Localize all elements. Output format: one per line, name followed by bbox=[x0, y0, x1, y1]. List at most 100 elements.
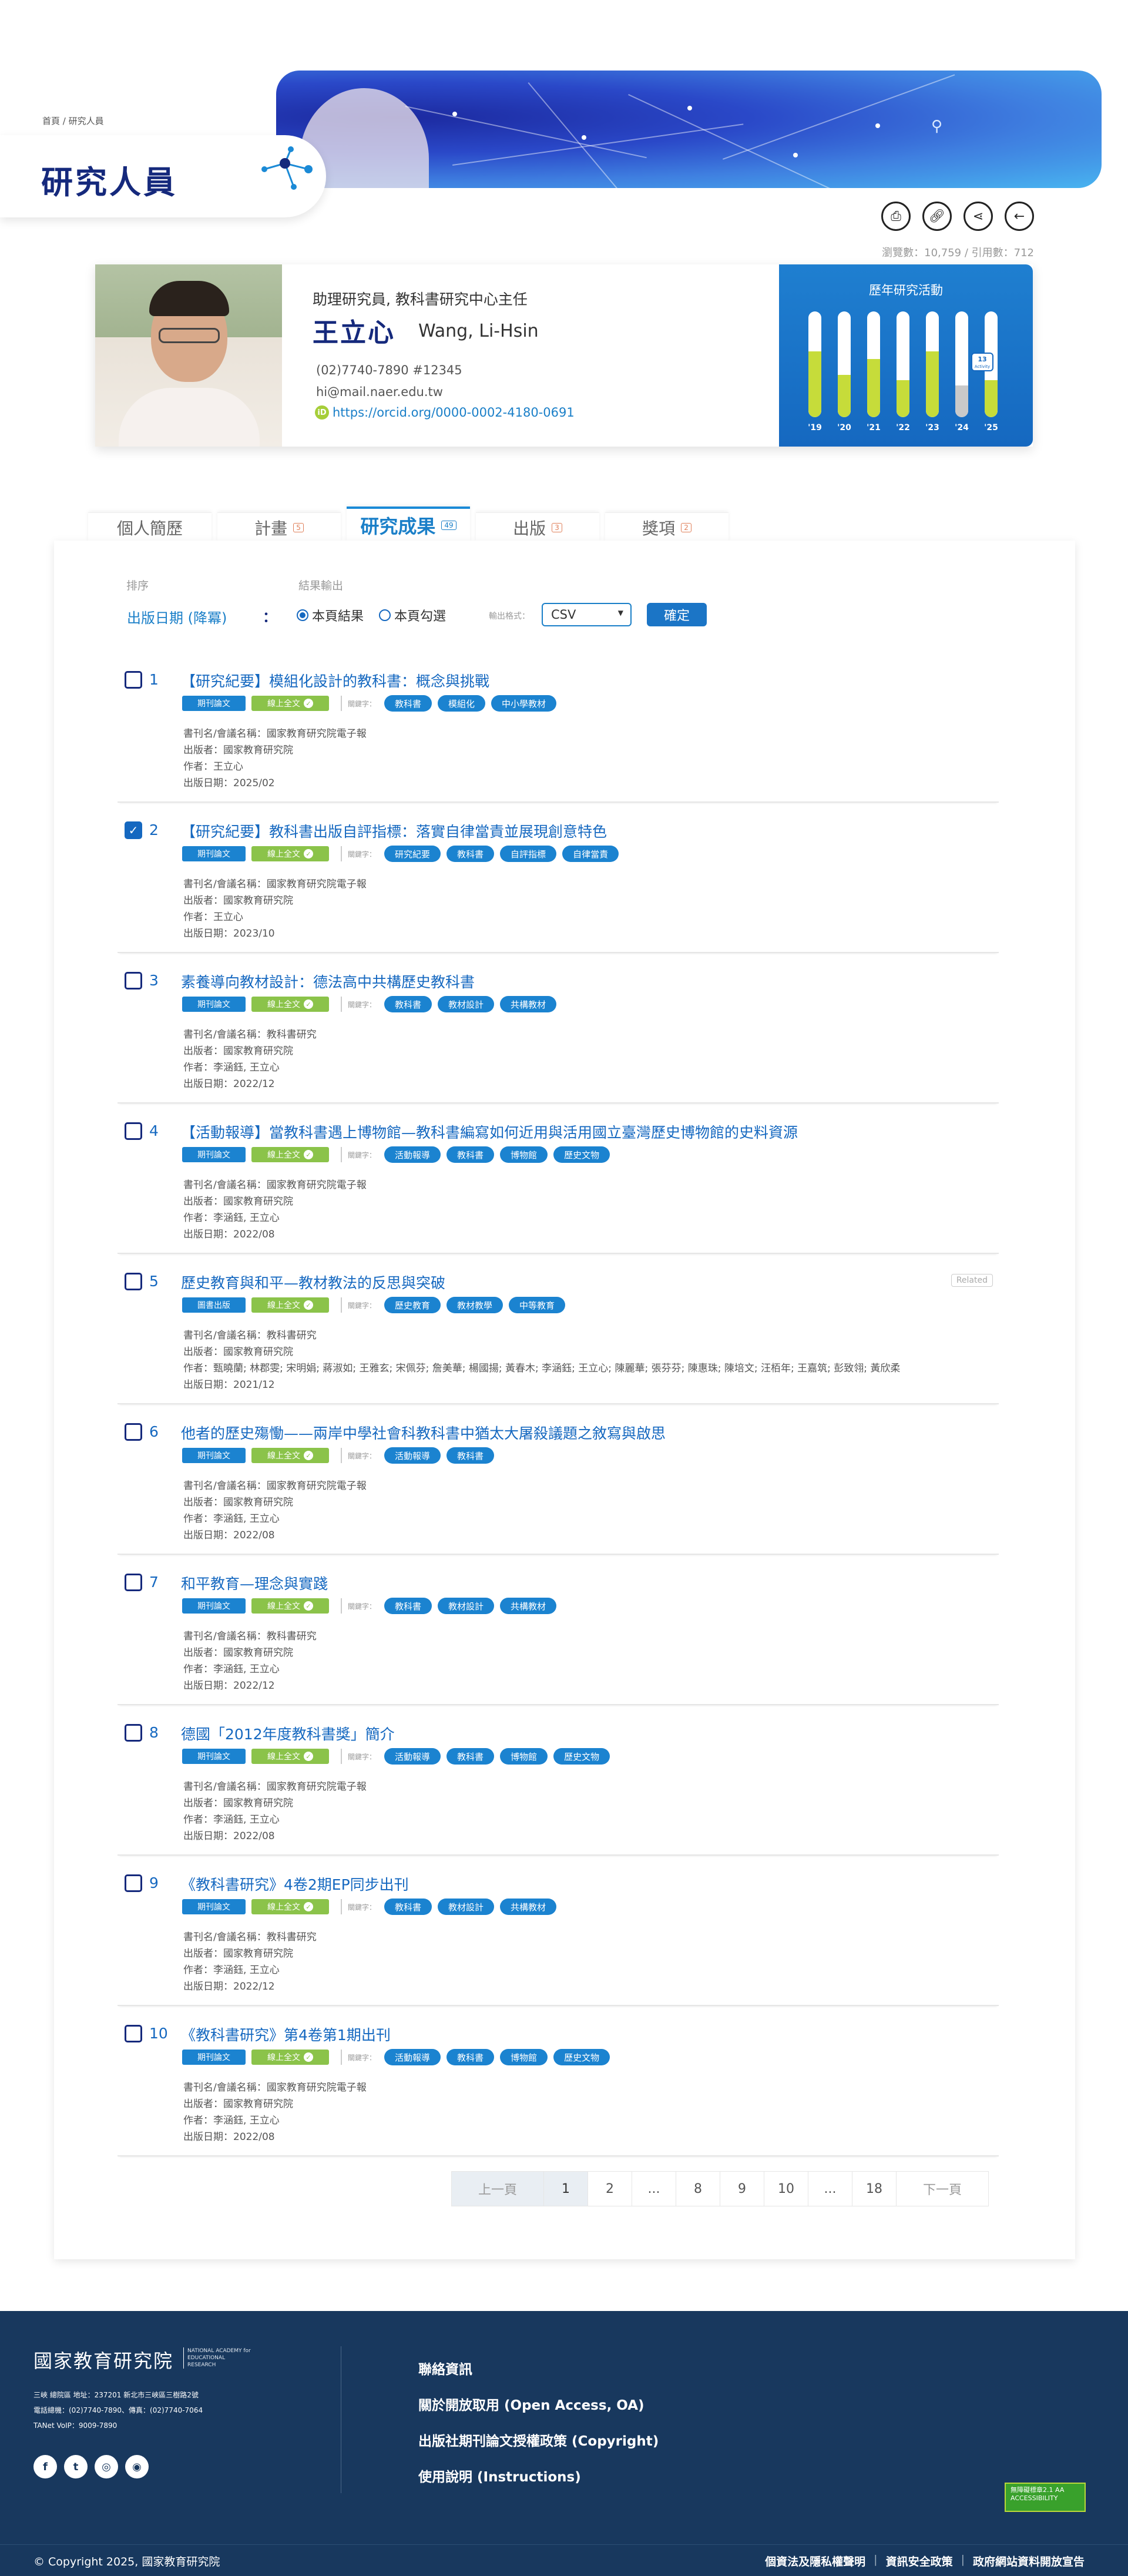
keyword-chip[interactable]: 中等教育 bbox=[509, 1297, 566, 1313]
fulltext-button[interactable]: 線上全文 ✓ bbox=[251, 1749, 329, 1764]
keyword-chip[interactable]: 模組化 bbox=[438, 695, 486, 712]
facebook-icon[interactable]: f bbox=[33, 2455, 57, 2478]
pagination-prev[interactable]: 上一頁 bbox=[451, 2171, 544, 2206]
activity-bar[interactable] bbox=[838, 311, 851, 417]
policy-link[interactable]: 個資法及隱私權聲明 bbox=[765, 2553, 865, 2569]
fulltext-button[interactable]: 線上全文 ✓ bbox=[251, 997, 329, 1012]
keyword-chip[interactable]: 教材教學 bbox=[446, 1297, 503, 1313]
email-address[interactable]: hi@mail.naer.edu.tw bbox=[316, 385, 443, 399]
tab-4[interactable]: 獎項 2 bbox=[605, 512, 728, 542]
footer-link[interactable]: 關於開放取用 (Open Access, OA) bbox=[418, 2388, 659, 2424]
keyword-chip[interactable]: 教材設計 bbox=[438, 996, 495, 1012]
tab-3[interactable]: 出版 3 bbox=[476, 512, 599, 542]
keyword-chip[interactable]: 歷史文物 bbox=[553, 1146, 610, 1163]
result-title-link[interactable]: 他者的歷史殤慟——兩岸中學社會科教科書中猶太大屠殺議題之敘寫與啟思 bbox=[181, 1422, 666, 1443]
result-checkbox[interactable] bbox=[125, 1423, 142, 1441]
share-icon[interactable]: ⋖ bbox=[964, 202, 993, 231]
keyword-chip[interactable]: 歷史文物 bbox=[553, 2049, 610, 2065]
breadcrumb[interactable]: 首頁 / 研究人員 bbox=[42, 115, 104, 127]
result-checkbox[interactable] bbox=[125, 1122, 142, 1140]
pagination-page[interactable]: 8 bbox=[676, 2171, 720, 2206]
link-icon[interactable]: 🔗︎ bbox=[922, 202, 952, 231]
fulltext-button[interactable]: 線上全文 ✓ bbox=[251, 1899, 329, 1914]
keyword-chip[interactable]: 博物館 bbox=[500, 1146, 548, 1163]
footer-link[interactable]: 聯絡資訊 bbox=[418, 2352, 659, 2388]
activity-bar[interactable] bbox=[867, 311, 880, 417]
orcid-link[interactable]: iD https://orcid.org/0000-0002-4180-0691 bbox=[315, 405, 575, 420]
keyword-chip[interactable]: 教科書 bbox=[446, 1748, 495, 1765]
policy-link[interactable]: 政府網站資料開放宣告 bbox=[973, 2553, 1085, 2569]
keyword-chip[interactable]: 自律當責 bbox=[562, 846, 619, 862]
fulltext-button[interactable]: 線上全文 ✓ bbox=[251, 696, 329, 711]
instagram-icon[interactable]: ◎ bbox=[95, 2455, 118, 2478]
printer-icon[interactable]: ⎙ bbox=[881, 202, 911, 231]
keyword-chip[interactable]: 教科書 bbox=[384, 695, 432, 712]
result-title-link[interactable]: 【活動報導】當教科書遇上博物館—教科書編寫如何近用與活用國立臺灣歷史博物館的史料… bbox=[181, 1121, 798, 1142]
confirm-button[interactable]: 確定 bbox=[647, 603, 707, 626]
result-checkbox[interactable] bbox=[125, 671, 142, 689]
sort-select[interactable]: 出版日期 (降冪) bbox=[127, 606, 227, 627]
keyword-chip[interactable]: 共構教材 bbox=[500, 1899, 557, 1915]
keyword-chip[interactable]: 教科書 bbox=[384, 996, 432, 1012]
keyword-chip[interactable]: 教材設計 bbox=[438, 1598, 495, 1614]
twitter-icon[interactable]: t bbox=[64, 2455, 88, 2478]
keyword-chip[interactable]: 活動報導 bbox=[384, 1748, 441, 1765]
result-checkbox[interactable] bbox=[125, 1874, 142, 1892]
fulltext-button[interactable]: 線上全文 ✓ bbox=[251, 1297, 329, 1313]
keyword-chip[interactable]: 中小學教材 bbox=[491, 695, 557, 712]
result-checkbox[interactable] bbox=[125, 1724, 142, 1742]
tab-1[interactable]: 計畫 5 bbox=[217, 512, 341, 542]
podcast-icon[interactable]: ◉ bbox=[125, 2455, 149, 2478]
keyword-chip[interactable]: 活動報導 bbox=[384, 1146, 441, 1163]
tab-0[interactable]: 個人簡歷 bbox=[88, 512, 212, 542]
result-title-link[interactable]: 德國「2012年度教科書獎」簡介 bbox=[181, 1723, 395, 1744]
keyword-chip[interactable]: 活動報導 bbox=[384, 1447, 441, 1464]
pagination-page[interactable]: 18 bbox=[852, 2171, 897, 2206]
result-title-link[interactable]: 《教科書研究》第4卷第1期出刊 bbox=[181, 2024, 391, 2045]
format-select[interactable]: CSV ▼ bbox=[542, 603, 632, 626]
pagination-page[interactable]: 9 bbox=[720, 2171, 764, 2206]
radio-page-checked[interactable]: 本頁勾選 bbox=[379, 606, 446, 625]
keyword-chip[interactable]: 共構教材 bbox=[500, 1598, 557, 1614]
result-title-link[interactable]: 《教科書研究》4卷2期EP同步出刊 bbox=[181, 1873, 409, 1894]
keyword-chip[interactable]: 教科書 bbox=[446, 2049, 495, 2065]
keyword-chip[interactable]: 自評指標 bbox=[500, 846, 557, 862]
fulltext-button[interactable]: 線上全文 ✓ bbox=[251, 846, 329, 861]
result-checkbox[interactable]: ✓ bbox=[125, 821, 142, 839]
keyword-chip[interactable]: 博物館 bbox=[500, 1748, 548, 1765]
keyword-chip[interactable]: 教科書 bbox=[384, 1899, 432, 1915]
keyword-chip[interactable]: 博物館 bbox=[500, 2049, 548, 2065]
result-checkbox[interactable] bbox=[125, 1574, 142, 1591]
result-checkbox[interactable] bbox=[125, 2025, 142, 2042]
activity-bar[interactable] bbox=[926, 311, 939, 417]
keyword-chip[interactable]: 教科書 bbox=[446, 846, 495, 862]
radio-page-results[interactable]: 本頁結果 bbox=[297, 606, 364, 625]
keyword-chip[interactable]: 教材設計 bbox=[438, 1899, 495, 1915]
policy-link[interactable]: 資訊安全政策 bbox=[886, 2553, 953, 2569]
keyword-chip[interactable]: 教科書 bbox=[446, 1146, 495, 1163]
result-title-link[interactable]: 素養導向教材設計：德法高中共構歷史教科書 bbox=[181, 971, 475, 992]
keyword-chip[interactable]: 歷史教育 bbox=[384, 1297, 441, 1313]
fulltext-button[interactable]: 線上全文 ✓ bbox=[251, 2050, 329, 2065]
footer-logo[interactable]: 國家教育研究院 bbox=[33, 2346, 173, 2373]
activity-bar[interactable] bbox=[808, 311, 821, 417]
pagination-next[interactable]: 下一頁 bbox=[896, 2171, 989, 2206]
related-button[interactable]: Related bbox=[951, 1274, 993, 1287]
tab-2[interactable]: 研究成果 49 bbox=[347, 507, 470, 542]
footer-link[interactable]: 使用說明 (Instructions) bbox=[418, 2460, 659, 2496]
keyword-chip[interactable]: 歷史文物 bbox=[553, 1748, 610, 1765]
keyword-chip[interactable]: 共構教材 bbox=[500, 996, 557, 1012]
fulltext-button[interactable]: 線上全文 ✓ bbox=[251, 1598, 329, 1614]
pagination-page[interactable]: 2 bbox=[588, 2171, 632, 2206]
fulltext-button[interactable]: 線上全文 ✓ bbox=[251, 1448, 329, 1463]
orcid-url[interactable]: https://orcid.org/0000-0002-4180-0691 bbox=[333, 405, 575, 420]
result-title-link[interactable]: 和平教育—理念與實踐 bbox=[181, 1572, 328, 1594]
pagination-page[interactable]: 10 bbox=[764, 2171, 808, 2206]
result-title-link[interactable]: 【研究紀要】模組化設計的教科書：概念與挑戰 bbox=[181, 670, 489, 691]
result-title-link[interactable]: 歷史教育與和平—教材教法的反思與突破 bbox=[181, 1272, 445, 1293]
keyword-chip[interactable]: 教科書 bbox=[446, 1447, 495, 1464]
result-checkbox[interactable] bbox=[125, 1273, 142, 1290]
accessibility-badge[interactable]: 無障礙標章2.1 AA ACCESSIBILITY bbox=[1005, 2483, 1086, 2512]
footer-link[interactable]: 出版社期刊論文授權政策 (Copyright) bbox=[418, 2424, 659, 2460]
keyword-chip[interactable]: 活動報導 bbox=[384, 2049, 441, 2065]
